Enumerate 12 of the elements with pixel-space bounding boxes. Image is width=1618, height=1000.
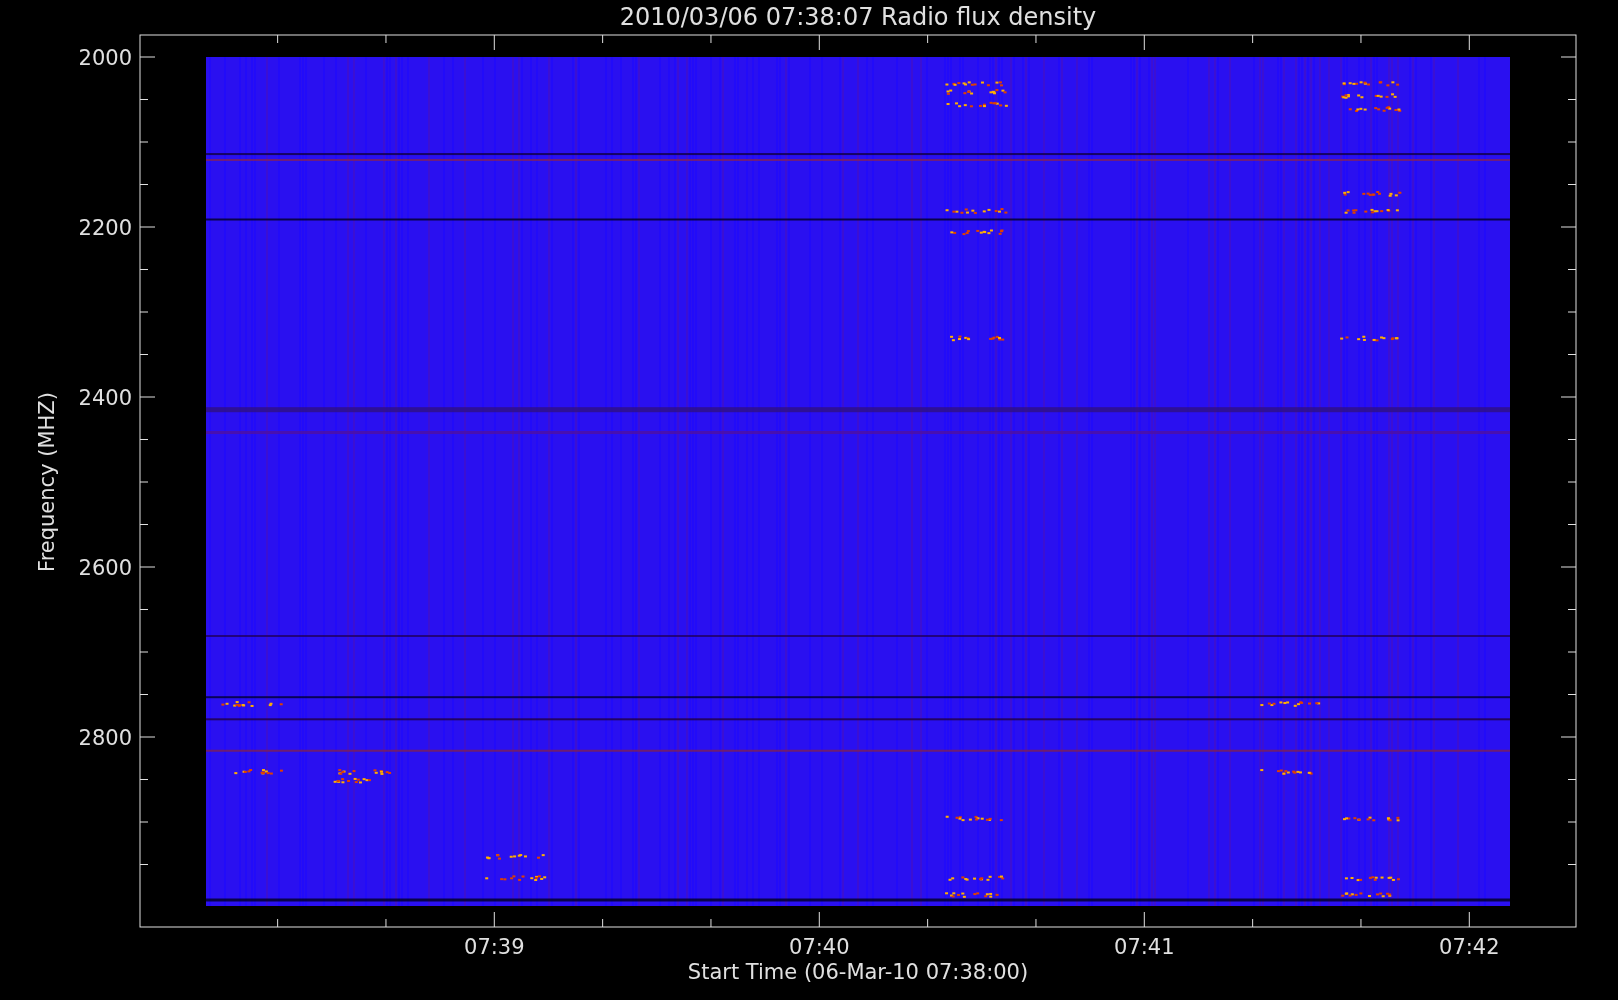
x-axis-label: Start Time (06-Mar-10 07:38:00) bbox=[687, 960, 1029, 984]
x-tick-label: 07:42 bbox=[1439, 935, 1500, 959]
x-tick-label: 07:41 bbox=[1114, 935, 1175, 959]
y-tick-label: 2400 bbox=[78, 386, 132, 410]
y-tick-label: 2800 bbox=[78, 726, 132, 750]
y-tick-label: 2600 bbox=[78, 556, 132, 580]
x-tick-label: 07:40 bbox=[789, 935, 850, 959]
chart-title: 2010/03/06 07:38:07 Radio flux density bbox=[619, 3, 1097, 31]
y-tick-label: 2000 bbox=[78, 46, 132, 70]
x-tick-label: 07:39 bbox=[464, 935, 525, 959]
y-axis-label: Frequency (MHZ) bbox=[35, 392, 59, 572]
y-tick-label: 2200 bbox=[78, 216, 132, 240]
